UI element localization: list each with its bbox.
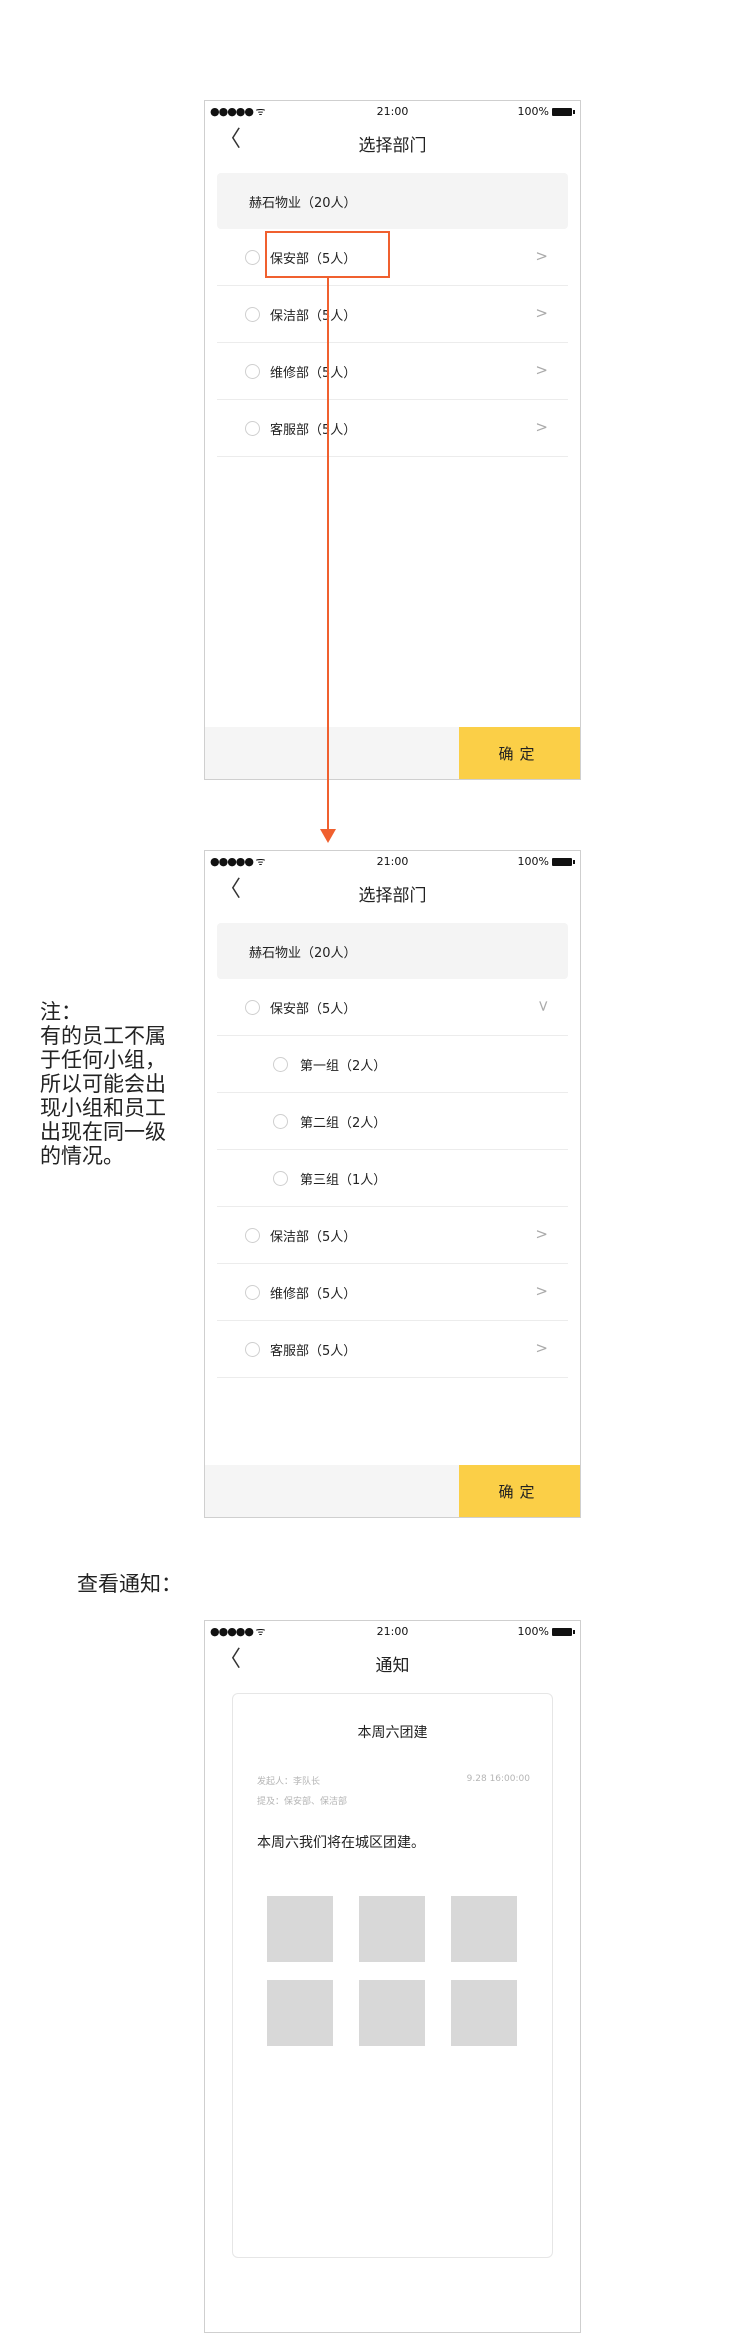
- section-heading: 查看通知：: [77, 1572, 182, 1596]
- bottom-bar: 确定: [205, 727, 580, 779]
- chevron-right-icon: >: [535, 418, 548, 436]
- page-title: 选择部门: [358, 886, 427, 906]
- radio-button[interactable]: [245, 999, 260, 1015]
- department-label: 客服部（5人）: [270, 422, 357, 438]
- department-label: 维修部（5人）: [270, 1286, 357, 1302]
- chevron-right-icon: >: [535, 304, 548, 322]
- group-row[interactable]: 第三组（1人）: [217, 1150, 568, 1207]
- company-header: 赫石物业（20人）: [217, 173, 568, 229]
- chevron-down-icon: >: [534, 999, 553, 1013]
- notice-time: 9.28 16:00:00: [466, 1774, 530, 1784]
- notice-sender: 发起人：李队长: [257, 1777, 321, 1787]
- battery-percent: 100%: [517, 1625, 549, 1638]
- department-row[interactable]: 客服部（5人） >: [217, 400, 568, 457]
- image-thumbnail[interactable]: [359, 1980, 425, 2046]
- bottom-bar: 确定: [205, 1465, 580, 1517]
- note-line: 的情况。: [40, 1144, 124, 1168]
- battery-indicator: 100%: [517, 1625, 575, 1638]
- group-label: 第二组（2人）: [300, 1115, 387, 1131]
- annotation-note: 注： 有的员工不属 于任何小组， 所以可能会出 现小组和员工 出现在同一级 的情…: [40, 1000, 200, 1168]
- department-label: 保安部（5人）: [270, 1001, 357, 1017]
- radio-button[interactable]: [273, 1056, 288, 1072]
- status-bar: ●●●●● ᯤ 21:00 100%: [205, 851, 580, 871]
- note-line: 所以可能会出: [40, 1072, 166, 1096]
- department-row[interactable]: 客服部（5人） >: [217, 1321, 568, 1378]
- department-row[interactable]: 保洁部（5人） >: [217, 1207, 568, 1264]
- annotation-arrow-head: [320, 829, 336, 843]
- battery-percent: 100%: [517, 105, 549, 118]
- page-title: 通知: [375, 1656, 410, 1676]
- chevron-right-icon: >: [535, 247, 548, 265]
- radio-button[interactable]: [273, 1170, 288, 1186]
- department-row-expanded[interactable]: 保安部（5人） >: [217, 979, 568, 1036]
- radio-button[interactable]: [245, 249, 260, 265]
- group-row[interactable]: 第一组（2人）: [217, 1036, 568, 1093]
- confirm-button[interactable]: 确定: [459, 1465, 580, 1517]
- notice-title: 本周六团建: [357, 1725, 428, 1741]
- battery-icon: [552, 107, 575, 116]
- phone-screen-select-department: ●●●●● ᯤ 21:00 100% 〈 选择部门 赫石物业（20人） 保安部（…: [204, 100, 581, 780]
- department-row[interactable]: 维修部（5人） >: [217, 343, 568, 400]
- notice-mentions: 提及：保安部、保洁部: [257, 1797, 348, 1807]
- status-bar: ●●●●● ᯤ 21:00 100%: [205, 1621, 580, 1641]
- phone-screen-notice: ●●●●● ᯤ 21:00 100% 〈 通知 本周六团建 发起人：李队长 9.…: [204, 1620, 581, 2333]
- nav-bar: 〈 通知: [205, 1641, 580, 1681]
- chevron-right-icon: >: [535, 1339, 548, 1357]
- nav-bar: 〈 选择部门: [205, 871, 580, 911]
- annotation-arrow-line: [327, 278, 329, 830]
- battery-icon: [552, 857, 575, 866]
- battery-icon: [552, 1627, 575, 1636]
- note-line: 出现在同一级: [40, 1120, 166, 1144]
- department-label: 保洁部（5人）: [270, 308, 357, 324]
- status-bar: ●●●●● ᯤ 21:00 100%: [205, 101, 580, 121]
- radio-button[interactable]: [245, 306, 260, 322]
- radio-button[interactable]: [245, 363, 260, 379]
- image-grid: [267, 1896, 523, 2046]
- note-title: 注：: [40, 1000, 82, 1024]
- group-row[interactable]: 第二组（2人）: [217, 1093, 568, 1150]
- chevron-right-icon: >: [535, 1282, 548, 1300]
- image-thumbnail[interactable]: [359, 1896, 425, 1962]
- department-label: 保洁部（5人）: [270, 1229, 357, 1245]
- radio-button[interactable]: [245, 1227, 260, 1243]
- radio-button[interactable]: [273, 1113, 288, 1129]
- image-thumbnail[interactable]: [451, 1896, 517, 1962]
- radio-button[interactable]: [245, 1341, 260, 1357]
- nav-bar: 〈 选择部门: [205, 121, 580, 161]
- radio-button[interactable]: [245, 420, 260, 436]
- image-thumbnail[interactable]: [267, 1980, 333, 2046]
- battery-indicator: 100%: [517, 105, 575, 118]
- chevron-right-icon: >: [535, 361, 548, 379]
- note-line: 现小组和员工: [40, 1096, 166, 1120]
- phone-screen-select-department-expanded: ●●●●● ᯤ 21:00 100% 〈 选择部门 赫石物业（20人） 保安部（…: [204, 850, 581, 1518]
- department-label: 维修部（5人）: [270, 365, 357, 381]
- battery-indicator: 100%: [517, 855, 575, 868]
- notice-card: 本周六团建 发起人：李队长 9.28 16:00:00 提及：保安部、保洁部 本…: [232, 1693, 553, 2258]
- note-line: 有的员工不属: [40, 1024, 166, 1048]
- confirm-button[interactable]: 确定: [459, 727, 580, 779]
- battery-percent: 100%: [517, 855, 549, 868]
- image-thumbnail[interactable]: [451, 1980, 517, 2046]
- department-row[interactable]: 保洁部（5人） >: [217, 286, 568, 343]
- group-label: 第三组（1人）: [300, 1172, 387, 1188]
- notice-body: 本周六我们将在城区团建。: [257, 1835, 425, 1851]
- annotation-highlight-box: [265, 231, 390, 278]
- chevron-right-icon: >: [535, 1225, 548, 1243]
- image-thumbnail[interactable]: [267, 1896, 333, 1962]
- group-label: 第一组（2人）: [300, 1058, 387, 1074]
- radio-button[interactable]: [245, 1284, 260, 1300]
- company-header: 赫石物业（20人）: [217, 923, 568, 979]
- note-line: 于任何小组，: [40, 1048, 166, 1072]
- department-row[interactable]: 维修部（5人） >: [217, 1264, 568, 1321]
- department-label: 客服部（5人）: [270, 1343, 357, 1359]
- page-title: 选择部门: [358, 136, 427, 156]
